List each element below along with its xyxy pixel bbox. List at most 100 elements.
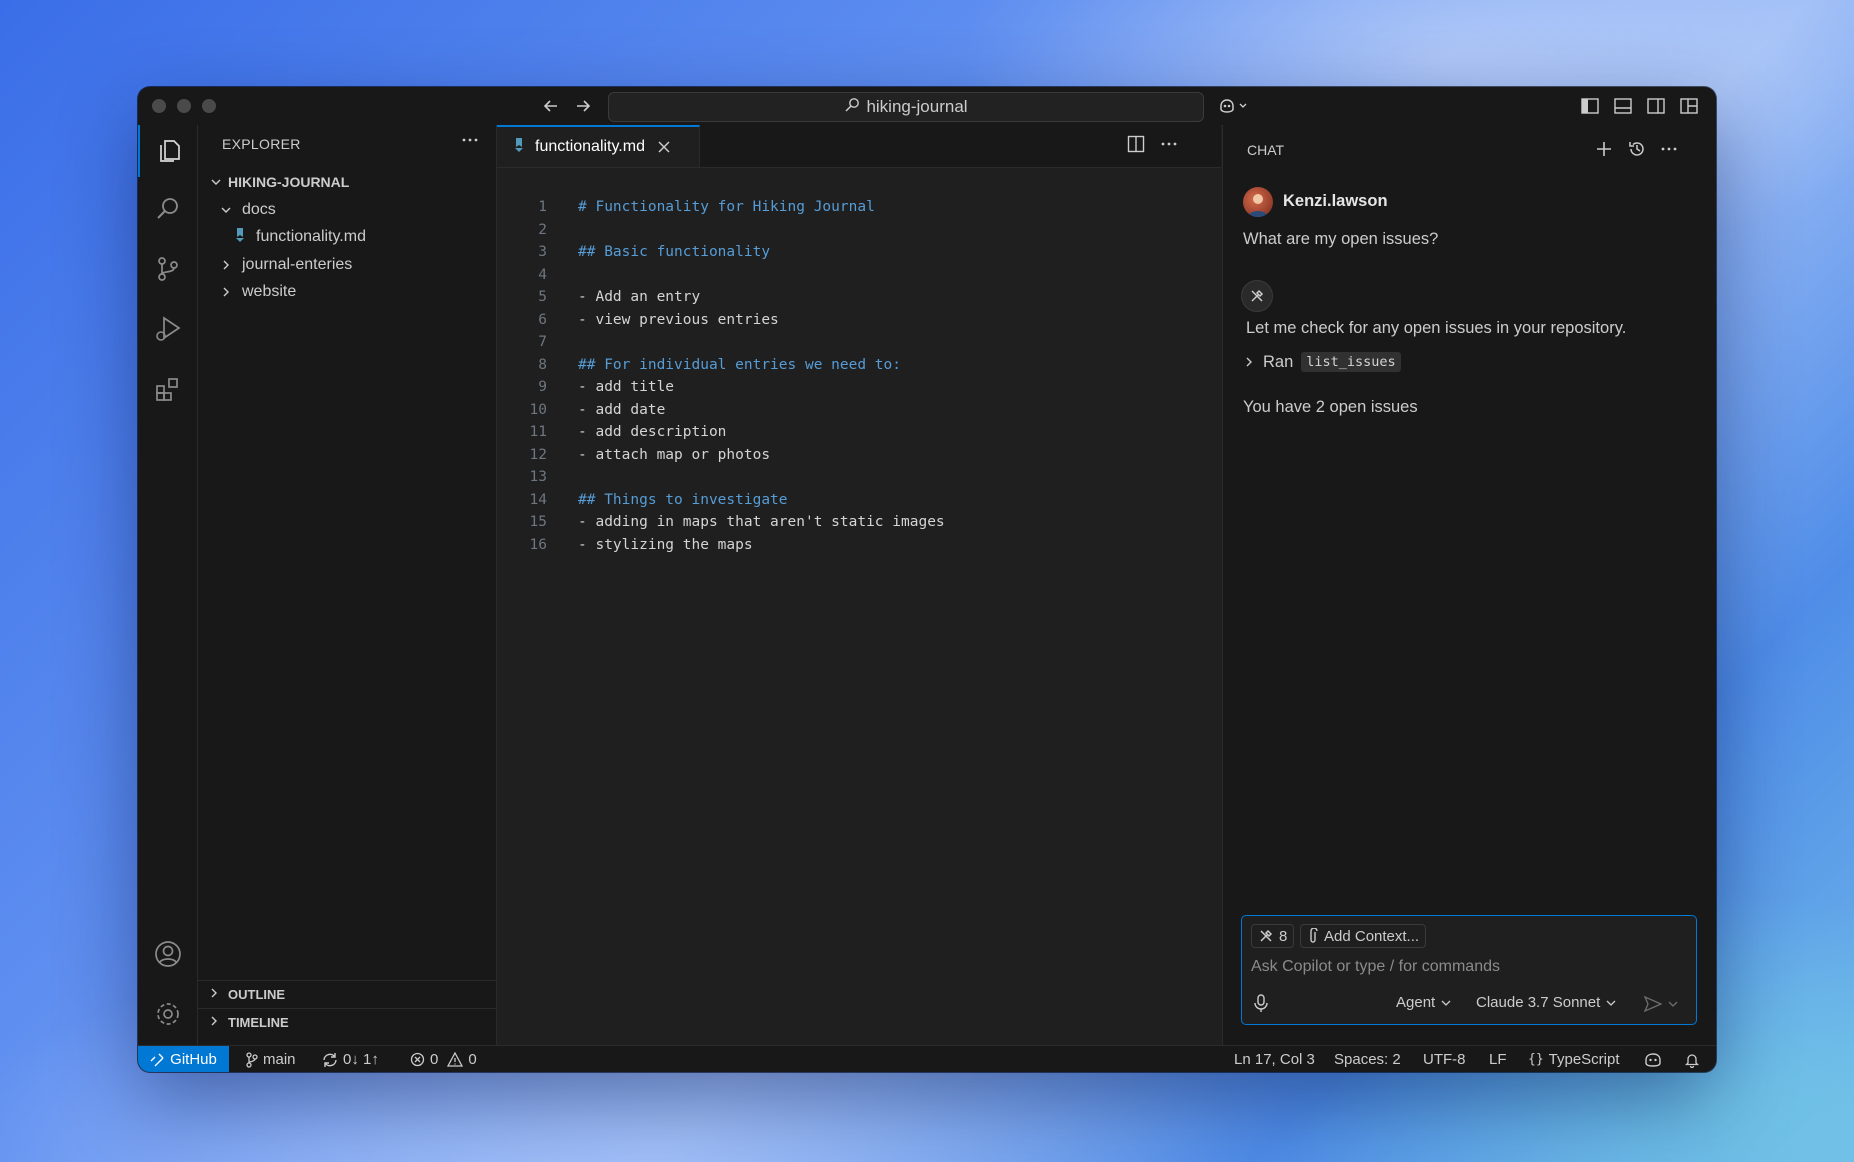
branch-indicator[interactable]: main [246,1046,296,1072]
chevron-right-icon [218,284,234,300]
warning-count: 0 [468,1051,477,1068]
line-text: - stylizing the maps [578,536,753,553]
vscode-window: hiking-journal EXPLORER HIKING-JOURNAL d… [138,87,1716,1072]
microphone-icon[interactable] [1253,993,1269,1013]
search-icon[interactable] [138,183,197,235]
line-number: 14 [529,491,547,508]
code-line: 4 [497,264,1221,286]
tree-folder-journal-enteries[interactable]: journal-enteries [198,252,516,278]
files-icon[interactable] [138,125,199,177]
minimize-window-button[interactable] [177,99,191,113]
eol-indicator[interactable]: LF [1489,1046,1507,1072]
model-label: Claude 3.7 Sonnet [1476,994,1601,1011]
indentation-indicator[interactable]: Spaces: 2 [1334,1046,1401,1072]
error-count: 0 [430,1051,439,1068]
timeline-label: TIMELINE [228,1015,289,1030]
outline-label: OUTLINE [228,987,286,1002]
code-line: 16 - stylizing the maps [497,534,1221,556]
line-number: 12 [529,446,547,463]
tools-icon [1258,928,1274,944]
line-number: 13 [529,469,547,485]
avatar [1243,187,1273,217]
settings-gear-icon[interactable] [138,988,197,1040]
copilot-status-icon[interactable] [1644,1046,1662,1072]
chat-prompt-input[interactable]: Ask Copilot or type / for commands [1251,958,1500,976]
code-line: 8 ## For individual entries we need to: [497,354,1221,376]
add-context-button[interactable]: Add Context... [1300,924,1427,948]
tools-picker-button[interactable]: 8 [1251,924,1295,948]
cursor-position[interactable]: Ln 17, Col 3 [1234,1046,1315,1072]
error-icon [410,1052,425,1067]
line-number: 16 [529,536,547,553]
encoding-indicator[interactable]: UTF-8 [1423,1046,1466,1072]
toggle-primary-sidebar-icon[interactable] [1579,95,1601,117]
tool-run-row[interactable]: Ran list_issues [1243,352,1401,372]
explorer-more-actions-icon[interactable] [460,133,480,152]
chat-title: CHAT [1247,142,1285,158]
problems-indicator[interactable]: 0 0 [410,1046,477,1072]
copilot-menu-icon[interactable] [1216,95,1256,117]
send-button[interactable] [1644,996,1678,1012]
outline-section-header[interactable]: OUTLINE [198,980,496,1008]
tree-file-functionality-md[interactable]: functionality.md [198,224,532,250]
editor-tab-bar: functionality.md [497,125,1221,168]
line-text: - Add an entry [578,289,701,305]
code-line: 7 [497,331,1221,353]
branch-icon [246,1051,258,1068]
result-message: You have 2 open issues [1243,398,1418,416]
forward-arrow-icon[interactable] [570,93,596,119]
sync-icon [322,1052,338,1068]
split-editor-icon[interactable] [1127,135,1145,153]
branch-name: main [263,1051,296,1068]
account-icon[interactable] [138,928,197,980]
line-text: # Functionality for Hiking Journal [578,199,875,215]
tab-functionality-md[interactable]: functionality.md [497,125,700,167]
code-line: 12 - attach map or photos [497,444,1221,466]
customize-layout-icon[interactable] [1678,95,1700,117]
sync-indicator[interactable]: 0↓ 1↑ [322,1046,379,1072]
workspace-root-folder[interactable]: HIKING-JOURNAL [198,169,506,195]
extensions-icon[interactable] [138,363,197,415]
close-tab-icon[interactable] [657,140,671,154]
remote-indicator[interactable]: GitHub [138,1046,229,1072]
toggle-panel-icon[interactable] [1612,95,1634,117]
line-number: 5 [538,289,547,305]
user-message: What are my open issues? [1243,230,1439,248]
run-debug-icon[interactable] [138,303,197,355]
command-center-search[interactable]: hiking-journal [608,92,1204,122]
tree-folder-website[interactable]: website [198,279,516,305]
line-number: 8 [538,356,547,373]
tree-folder-docs[interactable]: docs [198,197,516,223]
line-number: 7 [538,334,547,350]
search-icon [844,97,860,118]
chat-user-name: Kenzi.lawson [1283,192,1388,210]
line-number: 15 [529,514,547,530]
braces-icon: {} [1528,1052,1544,1067]
timeline-section-header[interactable]: TIMELINE [198,1008,496,1036]
explorer-title: EXPLORER [222,136,301,152]
close-window-button[interactable] [152,99,166,113]
source-control-icon[interactable] [138,243,197,295]
model-dropdown[interactable]: Claude 3.7 Sonnet [1476,994,1616,1011]
tab-label: functionality.md [535,138,645,155]
editor-more-actions-icon[interactable] [1159,137,1179,151]
language-mode[interactable]: {} TypeScript [1528,1046,1620,1072]
line-text: - add title [578,379,675,395]
chevron-down-icon [1668,999,1678,1009]
code-line: 13 [497,466,1221,488]
paperclip-icon [1307,928,1319,944]
language-label: TypeScript [1548,1051,1620,1068]
line-number: 11 [529,424,547,440]
toggle-secondary-sidebar-icon[interactable] [1645,95,1667,117]
chat-input-box: 8 Add Context... Ask Copilot or type / f… [1241,915,1697,1025]
mode-dropdown[interactable]: Agent [1396,994,1451,1011]
zoom-window-button[interactable] [202,99,216,113]
tool-name-chip: list_issues [1301,352,1401,372]
bell-icon[interactable] [1685,1046,1699,1072]
send-icon [1644,996,1662,1012]
tree-item-label: website [242,283,297,300]
back-arrow-icon[interactable] [538,93,564,119]
new-chat-icon[interactable] [1592,137,1616,161]
chat-history-icon[interactable] [1625,137,1649,161]
chat-more-actions-icon[interactable] [1657,137,1681,161]
